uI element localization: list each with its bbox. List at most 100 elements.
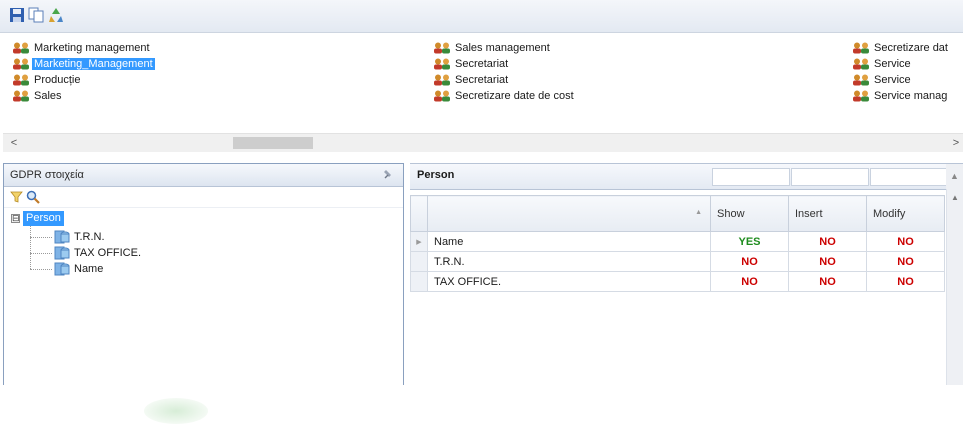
modify-cell[interactable]: NO xyxy=(866,251,945,272)
scroll-left-icon[interactable]: < xyxy=(7,134,21,152)
column-header-modify[interactable]: Modify xyxy=(866,195,945,232)
role-label: Sales management xyxy=(455,42,550,54)
users-icon xyxy=(853,74,869,86)
table-row[interactable]: ▶ Name YES NO NO xyxy=(410,231,945,252)
gdpr-panel-header: GDPR στοιχεία xyxy=(4,164,403,187)
scroll-up-icon[interactable]: ▲ xyxy=(951,193,959,202)
database-field-icon xyxy=(54,262,70,276)
insert-cell[interactable]: NO xyxy=(788,231,867,252)
role-item-sales[interactable]: Sales xyxy=(10,88,155,104)
role-item-secretizare-date-de-cost[interactable]: Secretizare date de cost xyxy=(431,88,576,104)
insert-cell[interactable]: NO xyxy=(788,251,867,272)
role-label: Service xyxy=(874,58,911,70)
role-item-service[interactable]: Service xyxy=(850,72,950,88)
role-label: Secretizare date de cost xyxy=(455,90,574,102)
row-indicator[interactable] xyxy=(410,251,428,272)
copy-icon[interactable] xyxy=(28,7,44,23)
modify-cell[interactable]: NO xyxy=(866,231,945,252)
row-indicator-icon[interactable]: ▶ xyxy=(410,231,428,252)
role-label: Service xyxy=(874,74,911,86)
scroll-right-icon[interactable]: > xyxy=(949,134,963,152)
collapse-icon[interactable]: ⊟ xyxy=(11,214,20,223)
gdpr-tree: ⊟ Person T.R.N. TAX OFFICE. Name xyxy=(4,208,403,424)
users-icon xyxy=(853,90,869,102)
insert-cell[interactable]: NO xyxy=(788,271,867,292)
gdpr-panel-tools xyxy=(4,187,403,208)
role-label: Marketing management xyxy=(34,42,150,54)
vertical-scrollbar[interactable]: ▲ xyxy=(946,189,963,385)
save-icon[interactable] xyxy=(9,7,25,23)
column-filter-cell[interactable] xyxy=(870,168,948,186)
role-label: Secretariat xyxy=(455,74,509,86)
pin-icon[interactable] xyxy=(381,168,395,182)
scroll-thumb[interactable] xyxy=(233,137,313,149)
users-icon xyxy=(434,90,450,102)
tree-node-label: TAX OFFICE. xyxy=(74,247,142,259)
permissions-panel-header: Person ▲ xyxy=(410,163,963,190)
role-column: Sales management Secretariat Secretariat… xyxy=(431,40,576,104)
tree-connector xyxy=(30,253,52,254)
watermark-logo xyxy=(144,398,208,424)
role-item-service[interactable]: Service xyxy=(850,56,950,72)
show-cell[interactable]: NO xyxy=(710,251,789,272)
column-filter-cell[interactable] xyxy=(791,168,869,186)
role-label: Service manag xyxy=(874,90,948,102)
users-icon xyxy=(853,58,869,70)
field-cell[interactable]: TAX OFFICE. xyxy=(427,271,711,292)
role-column: Marketing management Marketing_Managemen… xyxy=(10,40,155,104)
role-item-service-management[interactable]: Service manag xyxy=(850,88,950,104)
users-icon xyxy=(13,74,29,86)
tree-node-name[interactable]: Name xyxy=(30,261,103,277)
database-field-icon xyxy=(54,246,70,260)
modify-cell[interactable]: NO xyxy=(866,271,945,292)
field-cell[interactable]: Name xyxy=(427,231,711,252)
tree-node-person[interactable]: Person xyxy=(23,211,64,226)
permissions-grid: ▲ Show Insert Modify ▶ Name YES NO NO T.… xyxy=(410,195,945,292)
role-item-sales-management[interactable]: Sales management xyxy=(431,40,576,56)
users-icon xyxy=(13,42,29,54)
column-filter-cell[interactable] xyxy=(712,168,790,186)
recycle-icon[interactable] xyxy=(48,7,64,23)
scroll-up-icon[interactable]: ▲ xyxy=(946,164,963,189)
toolbar xyxy=(0,0,963,33)
users-icon xyxy=(13,90,29,102)
filter-icon[interactable] xyxy=(10,191,23,203)
tree-node-tax-office[interactable]: TAX OFFICE. xyxy=(30,245,141,261)
horizontal-scrollbar[interactable]: < > xyxy=(3,133,963,152)
role-item-productie[interactable]: Producție xyxy=(10,72,155,88)
tree-node-trn[interactable]: T.R.N. xyxy=(30,229,105,245)
tree-node-label: Name xyxy=(74,263,104,275)
role-item-marketing-management-selected[interactable]: Marketing_Management xyxy=(10,56,155,72)
role-item-marketing-management[interactable]: Marketing management xyxy=(10,40,155,56)
search-icon[interactable] xyxy=(26,190,40,204)
column-header-insert[interactable]: Insert xyxy=(788,195,867,232)
users-icon xyxy=(13,58,29,70)
role-label: Secretariat xyxy=(455,58,509,70)
database-field-icon xyxy=(54,230,70,244)
role-label: Producție xyxy=(34,74,81,86)
gdpr-panel-title: GDPR στοιχεία xyxy=(10,169,84,181)
row-indicator[interactable] xyxy=(410,271,428,292)
permissions-panel-title: Person xyxy=(417,169,455,181)
role-item-secretizare-date[interactable]: Secretizare dat xyxy=(850,40,950,56)
sort-icon: ▲ xyxy=(695,209,702,216)
show-cell[interactable]: NO xyxy=(710,271,789,292)
role-label: Marketing_Management xyxy=(32,58,155,70)
role-item-secretariat[interactable]: Secretariat xyxy=(431,72,576,88)
users-icon xyxy=(434,42,450,54)
users-icon xyxy=(853,42,869,54)
gdpr-panel: GDPR στοιχεία ⊟ Person T.R.N. TAX OFFICE… xyxy=(3,163,404,424)
role-item-secretariat[interactable]: Secretariat xyxy=(431,56,576,72)
grid-header-row: ▲ Show Insert Modify xyxy=(410,195,945,232)
role-column: Secretizare dat Service Service Service … xyxy=(850,40,950,104)
column-header-show[interactable]: Show xyxy=(710,195,789,232)
row-indicator-header xyxy=(410,195,428,232)
show-cell[interactable]: YES xyxy=(710,231,789,252)
table-row[interactable]: T.R.N. NO NO NO xyxy=(410,251,945,272)
users-icon xyxy=(434,58,450,70)
column-header-field[interactable]: ▲ xyxy=(427,195,711,232)
users-icon xyxy=(434,74,450,86)
table-row[interactable]: TAX OFFICE. NO NO NO xyxy=(410,271,945,292)
role-label: Secretizare dat xyxy=(874,42,948,54)
field-cell[interactable]: T.R.N. xyxy=(427,251,711,272)
